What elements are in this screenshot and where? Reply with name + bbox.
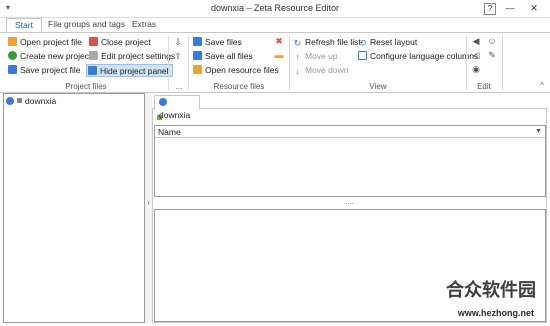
reset-icon: ⟲ xyxy=(358,38,367,48)
refresh-file-list-button[interactable]: ↻ Refresh file list xyxy=(293,36,361,49)
resource-grid[interactable] xyxy=(154,209,546,322)
create-new-project-label: Create new project xyxy=(20,51,92,61)
expander-icon[interactable] xyxy=(17,98,22,103)
floppy-disk-icon xyxy=(8,65,17,74)
folder-icon[interactable]: ▬ xyxy=(274,50,284,60)
project-panel: downxia xyxy=(3,93,145,323)
watermark-logo: 合众软件园 xyxy=(446,280,536,301)
globe-icon xyxy=(159,98,167,106)
project-tree-item[interactable]: downxia xyxy=(6,96,56,107)
move-down-button[interactable]: ↓ Move down xyxy=(293,64,348,77)
plus-circle-icon xyxy=(8,51,17,60)
pencil-icon xyxy=(89,51,98,60)
people-icon[interactable]: ☺ xyxy=(487,36,497,46)
folder-open-icon xyxy=(8,37,17,46)
arrow-up-icon: ↑ xyxy=(295,52,300,62)
save-files-label: Save files xyxy=(205,37,242,47)
group-label-resource-files: Resource files xyxy=(213,82,265,91)
close-file-icon[interactable]: ✖ xyxy=(274,36,284,47)
configure-language-columns-button[interactable]: Configure language columns xyxy=(358,50,478,63)
collapse-panel-arrow[interactable]: ‹ xyxy=(145,200,152,207)
window-title: downxia – Zeta Resource Editor xyxy=(210,3,340,13)
edit-project-settings-button[interactable]: Edit project settings xyxy=(89,50,175,63)
panel-icon xyxy=(88,66,97,75)
save-all-files-button[interactable]: Save all files xyxy=(193,50,253,63)
open-resource-files-label: Open resource files xyxy=(205,65,279,75)
close-project-label: Close project xyxy=(101,37,151,47)
save-project-file-label: Save project file xyxy=(20,65,81,75)
move-up-label: Move up xyxy=(305,51,338,61)
create-new-project-button[interactable]: Create new project xyxy=(8,50,91,63)
edit-project-settings-label: Edit project settings xyxy=(101,51,176,61)
collapse-ribbon-button[interactable]: ^ xyxy=(540,81,544,90)
minimize-button[interactable]: — xyxy=(500,1,520,16)
group-separator xyxy=(168,36,169,90)
document-tab-label: downxia xyxy=(159,110,191,120)
open-project-file-label: Open project file xyxy=(20,37,82,47)
project-name: downxia xyxy=(25,96,57,106)
tab-file-groups-and-tags[interactable]: File groups and tags xyxy=(40,18,133,32)
group-separator xyxy=(502,36,503,90)
globe-icon xyxy=(6,97,14,105)
open-resource-files-button[interactable]: Open resource files xyxy=(193,64,279,77)
close-project-button[interactable]: Close project xyxy=(89,36,151,49)
upload-icon[interactable]: ⇧ xyxy=(173,51,183,62)
tab-extras[interactable]: Extras xyxy=(124,18,164,32)
hide-project-panel-button[interactable]: Hide project panel xyxy=(86,64,173,77)
hide-project-panel-label: Hide project panel xyxy=(100,66,169,76)
speaker-icon[interactable]: ◀ xyxy=(471,36,481,47)
close-button[interactable]: ✕ xyxy=(524,1,544,16)
document-tab[interactable]: downxia xyxy=(154,95,200,120)
move-down-label: Move down xyxy=(305,65,349,75)
group-label-project-files: Project files xyxy=(65,82,107,91)
ribbon-tabs: Start File groups and tags Extras xyxy=(0,18,550,33)
file-grid[interactable]: Name ▼ xyxy=(154,125,546,197)
floppy-disks-icon xyxy=(193,51,202,60)
refresh-file-list-label: Refresh file list xyxy=(305,37,361,47)
tab-start[interactable]: Start xyxy=(6,18,42,33)
title-bar: ▾ downxia – Zeta Resource Editor ? — ✕ xyxy=(0,0,550,18)
arrow-down-icon: ↓ xyxy=(295,66,300,76)
save-files-button[interactable]: Save files xyxy=(193,36,242,49)
panel-splitter[interactable]: ‹ xyxy=(145,93,152,323)
download-icon[interactable]: ⇩ xyxy=(173,37,183,48)
move-up-button[interactable]: ↑ Move up xyxy=(293,50,338,63)
save-all-files-label: Save all files xyxy=(205,51,253,61)
close-project-icon xyxy=(89,37,98,46)
floppy-disk-icon xyxy=(193,37,202,46)
reset-layout-button[interactable]: ⟲ Reset layout xyxy=(358,36,418,49)
refresh-icon: ↻ xyxy=(293,38,302,48)
columns-icon xyxy=(358,51,367,60)
translate-icon[interactable]: ✎ xyxy=(487,50,497,61)
sound-icon[interactable]: ◁ xyxy=(471,50,481,61)
name-column-label: Name xyxy=(158,127,181,137)
configure-language-columns-label: Configure language columns xyxy=(370,51,479,61)
reset-layout-label: Reset layout xyxy=(370,37,418,47)
save-project-file-button[interactable]: Save project file xyxy=(8,64,80,77)
open-project-file-button[interactable]: Open project file xyxy=(8,36,82,49)
help-button[interactable]: ? xyxy=(484,3,496,15)
folder-open-icon xyxy=(193,65,202,74)
gamepad-icon[interactable]: ◉ xyxy=(471,64,481,75)
group-label-edit: Edit xyxy=(477,82,491,91)
ribbon: Open project file Create new project Sav… xyxy=(0,32,550,93)
group-separator xyxy=(188,36,189,90)
grid-column-header[interactable]: Name ▼ xyxy=(155,126,545,138)
group-label-ellipsis: ... xyxy=(175,82,183,91)
column-dropdown-icon[interactable]: ▼ xyxy=(535,126,542,138)
group-label-view: View xyxy=(369,82,387,91)
watermark-url: www.hezhong.net xyxy=(457,308,534,318)
horizontal-splitter[interactable]: .... xyxy=(153,198,546,206)
